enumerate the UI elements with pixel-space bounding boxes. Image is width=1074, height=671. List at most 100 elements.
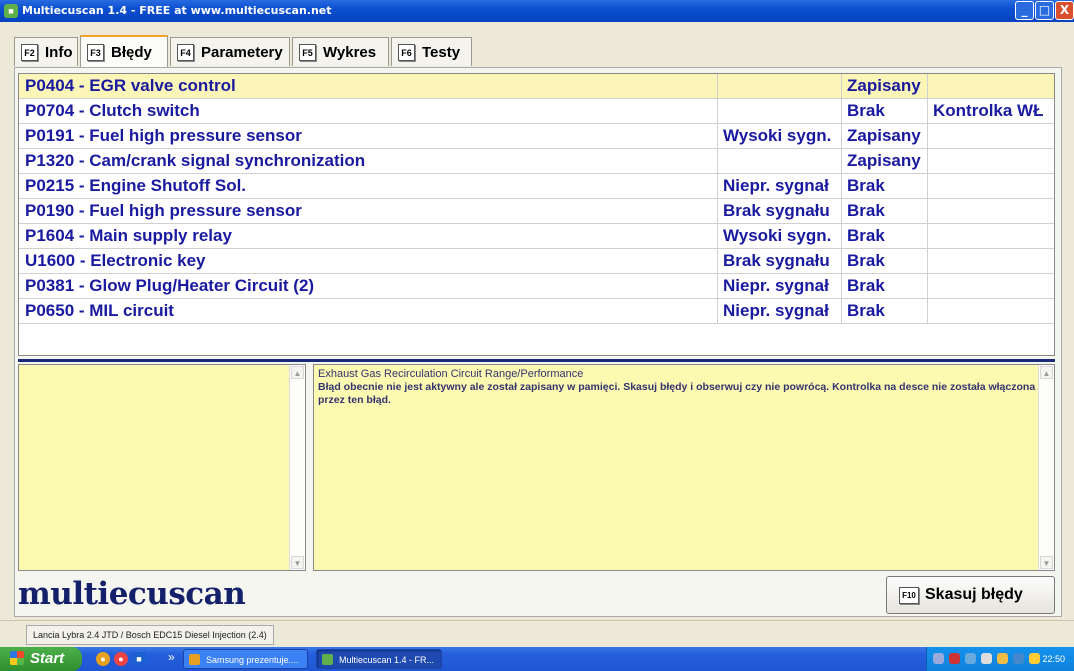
dtc-signal: Brak sygnału [717,199,847,223]
panel-divider[interactable] [18,359,1055,362]
key-f5-icon: F5 [299,43,316,61]
multiecuscan-icon [322,654,333,665]
tab-parametery[interactable]: F4 Parametery [170,37,290,66]
table-row[interactable]: P0215 - Engine Shutoff Sol. Niepr. sygna… [19,174,1054,199]
key-f4-icon: F4 [177,43,194,61]
close-button[interactable]: X [1055,1,1074,20]
scroll-down-icon[interactable]: ▼ [1040,556,1053,569]
dtc-code: P0704 - Clutch switch [25,101,200,120]
dtc-lamp [927,174,1060,198]
start-label: Start [30,650,65,667]
clear-errors-button[interactable]: F10 Skasuj błędy [886,576,1055,614]
dtc-signal: Niepr. sygnał [717,274,847,298]
dtc-signal: Wysoki sygn. [717,124,847,148]
network-icon[interactable] [933,653,944,664]
system-tray: 22:50 [926,647,1074,671]
dtc-signal [717,74,847,98]
tab-label: Testy [422,43,461,61]
table-row[interactable]: P0404 - EGR valve control Zapisany [19,74,1054,99]
dtc-signal: Wysoki sygn. [717,224,847,248]
key-f3-icon: F3 [87,44,104,61]
task-label: Samsung prezentuje.... [206,655,299,665]
table-row[interactable]: P1604 - Main supply relay Wysoki sygn. B… [19,224,1054,249]
tab-info[interactable]: F2 Info [14,37,78,66]
table-row[interactable]: P0190 - Fuel high pressure sensor Brak s… [19,199,1054,224]
dtc-lamp [927,224,1060,248]
chrome-icon[interactable]: ● [96,652,110,666]
dtc-lamp [927,74,1060,98]
windows-flag-icon [10,651,24,665]
update-icon[interactable] [997,653,1008,664]
tab-testy[interactable]: F6 Testy [391,37,472,66]
dtc-code: P0191 - Fuel high pressure sensor [25,126,302,145]
messenger-icon[interactable] [1029,653,1040,664]
scroll-up-icon[interactable]: ▲ [291,366,304,379]
key-f10-icon: F10 [899,586,919,604]
chevron-icon[interactable]: » [168,650,175,664]
description-box[interactable]: Exhaust Gas Recirculation Circuit Range/… [313,364,1055,571]
app-icon: ■ [4,4,18,18]
minimize-button[interactable]: _ [1015,1,1034,20]
dtc-code: U1600 - Electronic key [25,251,206,270]
taskbar-item-samsung[interactable]: Samsung prezentuje.... [183,649,308,669]
opera-icon[interactable]: ● [114,652,128,666]
maximize-button[interactable]: □ [1035,1,1054,20]
table-row[interactable]: P0650 - MIL circuit Niepr. sygnał Brak [19,299,1054,324]
dtc-status: Brak [841,224,933,248]
dtc-signal: Brak sygnału [717,249,847,273]
dtc-status: Brak [841,99,933,123]
dtc-lamp [927,249,1060,273]
dtc-signal: Niepr. sygnał [717,174,847,198]
table-row[interactable]: U1600 - Electronic key Brak sygnału Brak [19,249,1054,274]
dtc-lamp: Kontrolka WŁ [927,99,1060,123]
table-row[interactable]: P0381 - Glow Plug/Heater Circuit (2) Nie… [19,274,1054,299]
dtc-status: Brak [841,274,933,298]
volume-icon[interactable] [981,653,992,664]
left-scrollbar[interactable]: ▲ ▼ [289,365,305,570]
antivirus-icon[interactable] [949,653,960,664]
tab-bledy[interactable]: F3 Błędy [80,35,168,68]
display-icon[interactable] [1013,653,1024,664]
table-row[interactable]: P0191 - Fuel high pressure sensor Wysoki… [19,124,1054,149]
description-scrollbar[interactable]: ▲ ▼ [1038,365,1054,570]
dtc-code: P0190 - Fuel high pressure sensor [25,201,302,220]
dtc-status: Zapisany [841,124,933,148]
task-label: Multiecuscan 1.4 - FR... [339,655,435,665]
dtc-table[interactable]: P0404 - EGR valve control Zapisany P0704… [18,73,1055,356]
bluetooth-icon[interactable] [965,653,976,664]
vehicle-status: Lancia Lybra 2.4 JTD / Bosch EDC15 Diese… [26,625,274,645]
dtc-code: P0215 - Engine Shutoff Sol. [25,176,247,195]
dtc-signal [717,99,847,123]
dtc-lamp [927,199,1060,223]
dtc-status: Brak [841,299,933,323]
clear-errors-label: Skasuj błędy [925,586,1023,603]
dtc-code: P0650 - MIL circuit [25,301,174,320]
tab-wykres[interactable]: F5 Wykres [292,37,389,66]
dtc-lamp [927,124,1060,148]
dtc-code: P0404 - EGR valve control [25,76,236,95]
tab-label: Parametery [201,43,283,61]
dtc-signal: Niepr. sygnał [717,299,847,323]
scroll-up-icon[interactable]: ▲ [1040,366,1053,379]
dtc-lamp [927,274,1060,298]
dtc-code: P1320 - Cam/crank signal synchronization [25,151,366,170]
floppy-icon[interactable]: ■ [132,652,146,666]
dtc-status: Brak [841,199,933,223]
table-row[interactable]: P0704 - Clutch switch Brak Kontrolka WŁ [19,99,1054,124]
dtc-signal [717,149,847,173]
scroll-down-icon[interactable]: ▼ [291,556,304,569]
description-text: Exhaust Gas Recirculation Circuit Range/… [318,368,1036,407]
description-title: Exhaust Gas Recirculation Circuit Range/… [318,368,584,380]
dtc-status: Brak [841,249,933,273]
key-f2-icon: F2 [21,43,38,61]
tab-label: Info [45,43,73,61]
title-bar[interactable]: ■ Multiecuscan 1.4 - FREE at www.multiec… [0,0,1074,22]
description-body: Błąd obecnie nie jest aktywny ale został… [318,381,1036,406]
freeze-frame-box[interactable]: ▲ ▼ [18,364,306,571]
taskbar-item-multiecuscan[interactable]: Multiecuscan 1.4 - FR... [316,649,442,669]
start-button[interactable]: Start [0,647,82,671]
multiecuscan-logo: multiecuscan [18,576,246,612]
window-title: Multiecuscan 1.4 - FREE at www.multiecus… [22,4,332,17]
dtc-lamp [927,299,1060,323]
table-row[interactable]: P1320 - Cam/crank signal synchronization… [19,149,1054,174]
